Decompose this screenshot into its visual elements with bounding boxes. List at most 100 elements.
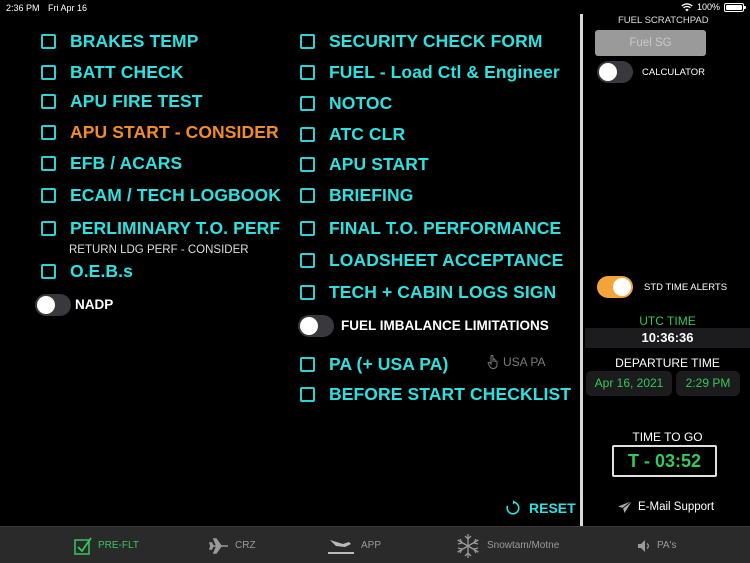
checkbox-icon[interactable]	[300, 284, 315, 300]
fuel-imbalance-label: FUEL IMBALANCE LIMITATIONS	[341, 318, 549, 333]
check-label: APU FIRE TEST	[70, 90, 203, 111]
status-date: Fri Apr 16	[48, 3, 88, 13]
return-ldg-perf-note: RETURN LDG PERF - CONSIDER	[69, 244, 249, 256]
reset-label: RESET	[529, 500, 576, 516]
tab-crz[interactable]: CRZ	[209, 527, 256, 563]
checkbox-icon[interactable]	[41, 64, 56, 80]
check-item-ecam-tech-logbook[interactable]: ECAM / TECH LOGBOOK	[41, 184, 281, 206]
check-item-apu-start[interactable]: APU START	[300, 153, 429, 175]
check-label: PERLIMINARY T.O. PERF	[70, 217, 281, 238]
checkbox-icon[interactable]	[300, 386, 315, 402]
check-item-batt-check[interactable]: BATT CHECK	[41, 61, 183, 83]
fuel-scratchpad-title: FUEL SCRATCHPAD	[618, 15, 709, 26]
checkbox-icon[interactable]	[300, 33, 315, 49]
check-item-efb-acars[interactable]: EFB / ACARS	[41, 152, 182, 174]
check-label: APU START - CONSIDER	[70, 121, 279, 142]
reset-button[interactable]: RESET	[505, 500, 576, 516]
check-item-brakes-temp[interactable]: BRAKES TEMP	[41, 30, 198, 52]
checkbox-icon[interactable]	[300, 220, 315, 236]
check-label: LOADSHEET ACCEPTANCE	[329, 249, 564, 270]
check-item-pa-usa-pa[interactable]: PA (+ USA PA)	[300, 353, 448, 375]
reset-icon	[506, 500, 520, 515]
departure-date-picker[interactable]: Apr 16, 2021	[586, 371, 672, 396]
checkbox-icon[interactable]	[41, 220, 56, 236]
calculator-toggle[interactable]	[597, 61, 633, 83]
checkbox-icon[interactable]	[300, 95, 315, 111]
tab-pas[interactable]: PA's	[637, 527, 677, 563]
std-time-alerts-label: STD TIME ALERTS	[644, 282, 728, 293]
snowflake-icon	[457, 533, 479, 558]
airplane-icon	[209, 537, 228, 554]
check-label: TECH + CABIN LOGS SIGN	[329, 281, 557, 302]
hand-pointer-icon	[487, 355, 498, 369]
check-item-apu-fire-test[interactable]: APU FIRE TEST	[41, 90, 203, 112]
checkbox-icon[interactable]	[300, 126, 315, 142]
check-label: BRAKES TEMP	[70, 30, 199, 51]
paper-plane-icon	[618, 500, 633, 513]
vertical-divider	[580, 14, 583, 526]
usa-pa-button[interactable]: USA PA	[487, 355, 545, 369]
check-item-oebs[interactable]: O.E.B.s	[41, 260, 133, 282]
status-time: 2:36 PM	[6, 3, 40, 13]
std-time-alerts-toggle[interactable]	[597, 276, 633, 298]
tab-label: CRZ	[235, 540, 256, 551]
status-right: 100%	[681, 2, 746, 12]
departure-time-picker[interactable]: 2:29 PM	[676, 371, 740, 396]
calculator-label: CALCULATOR	[642, 67, 705, 78]
check-item-security-check-form[interactable]: SECURITY CHECK FORM	[300, 30, 543, 52]
checkbox-icon[interactable]	[300, 156, 315, 172]
checkbox-icon[interactable]	[300, 187, 315, 203]
check-item-final-to-performance[interactable]: FINAL T.O. PERFORMANCE	[300, 217, 561, 239]
checkbox-icon[interactable]	[41, 187, 56, 203]
checkbox-icon[interactable]	[300, 252, 315, 268]
checkbox-icon[interactable]	[300, 356, 315, 372]
check-label: FINAL T.O. PERFORMANCE	[329, 217, 562, 238]
nadp-toggle[interactable]	[35, 294, 71, 316]
utc-time-label: UTC TIME	[639, 314, 696, 328]
check-label: BEFORE START CHECKLIST	[329, 383, 572, 404]
check-label: ECAM / TECH LOGBOOK	[70, 184, 281, 205]
check-item-before-start-checklist[interactable]: BEFORE START CHECKLIST	[300, 383, 571, 405]
check-label: ATC CLR	[329, 123, 406, 144]
fuel-imbalance-toggle[interactable]	[298, 315, 334, 337]
usa-pa-label: USA PA	[503, 355, 546, 369]
check-item-briefing[interactable]: BRIEFING	[300, 184, 413, 206]
speaker-icon	[638, 539, 649, 552]
status-bar: 2:36 PM Fri Apr 16 100%	[0, 0, 750, 16]
check-item-notoc[interactable]: NOTOC	[300, 92, 392, 114]
tab-pre-flt[interactable]: PRE-FLT	[74, 527, 139, 563]
time-to-go-label: TIME TO GO	[632, 430, 703, 444]
checkbox-icon[interactable]	[41, 124, 56, 140]
time-to-go-value: T - 03:52	[612, 445, 717, 477]
check-item-fuel-load-ctl[interactable]: FUEL - Load Ctl & Engineer	[300, 61, 560, 83]
check-label: SECURITY CHECK FORM	[329, 30, 543, 51]
nadp-label: NADP	[75, 297, 114, 312]
checkbox-icon[interactable]	[41, 93, 56, 109]
email-support-label: E-Mail Support	[638, 501, 715, 513]
check-item-apu-start-consider[interactable]: APU START - CONSIDER	[41, 121, 279, 143]
check-label: PA (+ USA PA)	[329, 353, 449, 374]
tab-snowtam-motne[interactable]: Snowtam/Motne	[455, 527, 559, 563]
check-label: O.E.B.s	[70, 260, 133, 281]
check-item-atc-clr[interactable]: ATC CLR	[300, 123, 405, 145]
checkbox-icon[interactable]	[41, 33, 56, 49]
checkbox-icon	[74, 536, 92, 555]
checkbox-icon[interactable]	[41, 155, 56, 171]
check-item-loadsheet-acceptance[interactable]: LOADSHEET ACCEPTANCE	[300, 249, 563, 271]
check-label: APU START	[329, 153, 429, 174]
check-label: BRIEFING	[329, 184, 414, 205]
check-item-tech-cabin-logs[interactable]: TECH + CABIN LOGS SIGN	[300, 281, 556, 303]
email-support-button[interactable]: E-Mail Support	[617, 500, 714, 514]
tab-app[interactable]: APP	[327, 527, 381, 563]
tab-label: PRE-FLT	[98, 540, 139, 551]
departure-time-label: DEPARTURE TIME	[615, 356, 720, 370]
fuel-sg-button[interactable]: Fuel SG	[595, 30, 706, 56]
checkbox-icon[interactable]	[41, 263, 56, 279]
tab-label: Snowtam/Motne	[487, 540, 560, 551]
landing-icon	[328, 539, 354, 554]
check-item-preliminary-to-perf[interactable]: PERLIMINARY T.O. PERF	[41, 217, 280, 239]
tab-label: APP	[361, 540, 382, 551]
check-label: BATT CHECK	[70, 61, 184, 82]
check-label: EFB / ACARS	[70, 152, 183, 173]
checkbox-icon[interactable]	[300, 64, 315, 80]
